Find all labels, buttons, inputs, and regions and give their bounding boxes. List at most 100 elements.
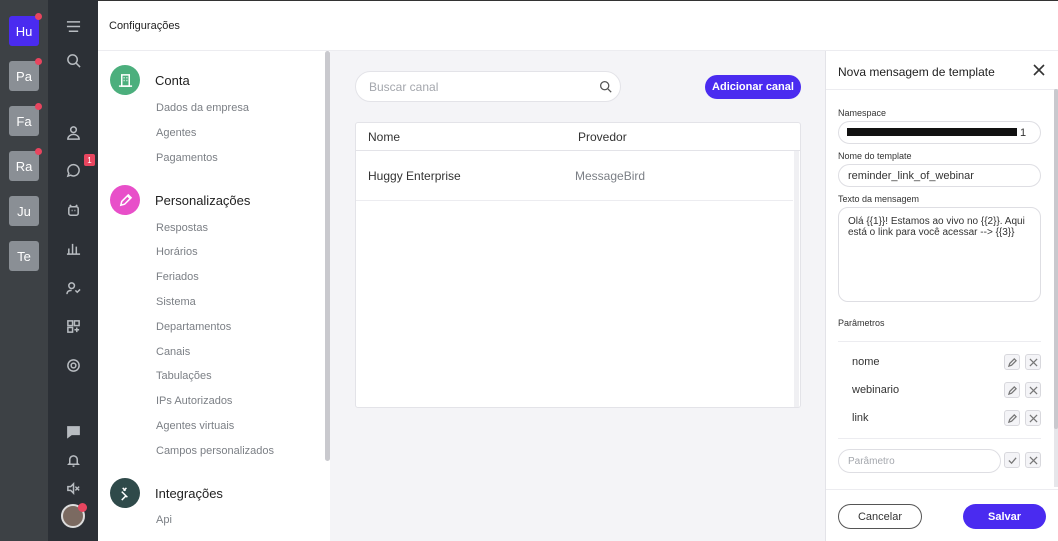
menu-icon[interactable]	[63, 16, 83, 36]
table-row[interactable]: Huggy Enterprise MessageBird	[356, 151, 793, 201]
template-name-label: Nome do template	[838, 151, 912, 161]
redacted-block	[847, 128, 1017, 136]
cancel-button[interactable]: Cancelar	[838, 504, 922, 529]
cell-name: Huggy Enterprise	[368, 169, 461, 183]
section-integracoes: Integrações	[155, 486, 223, 501]
column-header-nome[interactable]: Nome	[368, 130, 400, 144]
message-textarea[interactable]: Olá {{1}}! Estamos ao vivo no {{2}}. Aqu…	[838, 207, 1041, 302]
workspace-ju[interactable]: Ju	[9, 196, 39, 226]
page-title: Configurações	[109, 20, 180, 32]
params-divider	[838, 341, 1041, 342]
unread-dot	[35, 58, 42, 65]
namespace-field[interactable]: 1	[838, 121, 1041, 144]
check-icon	[1007, 456, 1017, 464]
settings-item-ips-autorizados[interactable]: IPs Autorizados	[156, 395, 232, 407]
users-icon[interactable]	[63, 278, 83, 298]
remove-param-button[interactable]	[1025, 410, 1041, 426]
params-label: Parâmetros	[838, 318, 885, 328]
close-icon	[1028, 413, 1038, 423]
confirm-param-button[interactable]	[1004, 452, 1020, 468]
workspace-fa[interactable]: Fa	[9, 103, 42, 136]
settings-item-sistema[interactable]: Sistema	[156, 296, 196, 308]
settings-item-campos-personalizados[interactable]: Campos personalizados	[156, 445, 274, 457]
messages-icon[interactable]	[63, 421, 83, 441]
settings-icon[interactable]	[63, 355, 83, 375]
channels-table: Nome Provedor Huggy Enterprise MessageBi…	[355, 122, 801, 408]
status-dot	[78, 503, 87, 512]
close-icon[interactable]	[1032, 63, 1046, 77]
section-personalizacoes: Personalizações	[155, 193, 251, 208]
param-label: webinario	[852, 384, 900, 396]
column-header-provedor[interactable]: Provedor	[578, 130, 627, 144]
remove-param-button[interactable]	[1025, 354, 1041, 370]
close-icon	[1028, 455, 1038, 465]
edit-param-button[interactable]	[1004, 354, 1020, 370]
remove-param-button[interactable]	[1025, 382, 1041, 398]
new-template-panel: Nova mensagem de template Namespace 1 No…	[825, 51, 1058, 541]
pencil-icon	[110, 185, 140, 215]
reports-icon[interactable]	[63, 238, 83, 258]
message-label: Texto da mensagem	[838, 194, 920, 204]
workspace-switcher: Hu Pa Fa Ra Ju Te	[0, 0, 48, 541]
close-icon	[1028, 357, 1038, 367]
namespace-label: Namespace	[838, 108, 887, 118]
channel-search-input[interactable]	[369, 80, 589, 94]
save-button[interactable]: Salvar	[963, 504, 1046, 529]
workspace-te[interactable]: Te	[9, 241, 39, 271]
close-icon	[1028, 385, 1038, 395]
panel-divider	[826, 89, 1058, 90]
chat-unread-badge: 1	[84, 154, 95, 166]
pencil-icon	[1007, 413, 1017, 423]
edit-param-button[interactable]	[1004, 410, 1020, 426]
channels-content: Adicionar canal Nome Provedor Huggy Ente…	[330, 51, 825, 541]
panel-title: Nova mensagem de template	[838, 65, 995, 79]
settings-item-api[interactable]: Api	[156, 514, 172, 526]
panel-footer-divider	[826, 489, 1058, 490]
table-scrollbar[interactable]	[794, 151, 799, 407]
unread-dot	[35, 13, 42, 20]
template-name-field[interactable]: reminder_link_of_webinar	[838, 164, 1041, 187]
new-param-input[interactable]	[848, 456, 988, 467]
param-label: nome	[852, 356, 880, 368]
sound-off-icon[interactable]	[63, 478, 83, 498]
add-channel-button[interactable]: Adicionar canal	[705, 75, 801, 99]
user-avatar[interactable]	[61, 503, 87, 528]
main-navbar	[48, 0, 98, 541]
settings-item-horarios[interactable]: Horários	[156, 246, 198, 258]
plug-icon	[110, 478, 140, 508]
cell-provider: MessageBird	[575, 169, 646, 183]
clear-param-button[interactable]	[1025, 452, 1041, 468]
settings-item-tabulacoes[interactable]: Tabulações	[156, 370, 212, 382]
scrollbar-thumb[interactable]	[1054, 89, 1058, 429]
settings-item-pagamentos[interactable]: Pagamentos	[156, 152, 218, 164]
settings-menu: Conta Dados da empresa Agentes Pagamento…	[98, 51, 330, 541]
settings-item-departamentos[interactable]: Departamentos	[156, 321, 231, 333]
panel-scrollbar[interactable]	[1054, 89, 1058, 487]
pencil-icon	[1007, 357, 1017, 367]
settings-item-agentes-virtuais[interactable]: Agentes virtuais	[156, 420, 234, 432]
contacts-icon[interactable]	[63, 122, 83, 142]
settings-item-agentes[interactable]: Agentes	[156, 127, 196, 139]
bot-icon[interactable]	[63, 200, 83, 220]
settings-item-respostas[interactable]: Respostas	[156, 222, 208, 234]
search-icon[interactable]	[63, 50, 83, 70]
settings-item-canais[interactable]: Canais	[156, 346, 190, 358]
bell-icon[interactable]	[63, 450, 83, 470]
apps-icon[interactable]	[63, 316, 83, 336]
params-divider	[838, 438, 1041, 439]
unread-dot	[35, 103, 42, 110]
chat-icon[interactable]	[63, 160, 83, 180]
unread-dot	[35, 148, 42, 155]
workspace-pa[interactable]: Pa	[9, 58, 42, 91]
edit-param-button[interactable]	[1004, 382, 1020, 398]
settings-item-dados-da-empresa[interactable]: Dados da empresa	[156, 102, 249, 114]
workspace-ra[interactable]: Ra	[9, 148, 42, 181]
search-icon[interactable]	[599, 80, 612, 93]
new-param-field	[838, 449, 1001, 473]
workspace-hu[interactable]: Hu	[9, 13, 42, 46]
settings-item-feriados[interactable]: Feriados	[156, 271, 199, 283]
top-bar: Configurações	[98, 0, 1058, 51]
param-label: link	[852, 412, 869, 424]
pencil-icon	[1007, 385, 1017, 395]
section-conta: Conta	[155, 73, 190, 88]
